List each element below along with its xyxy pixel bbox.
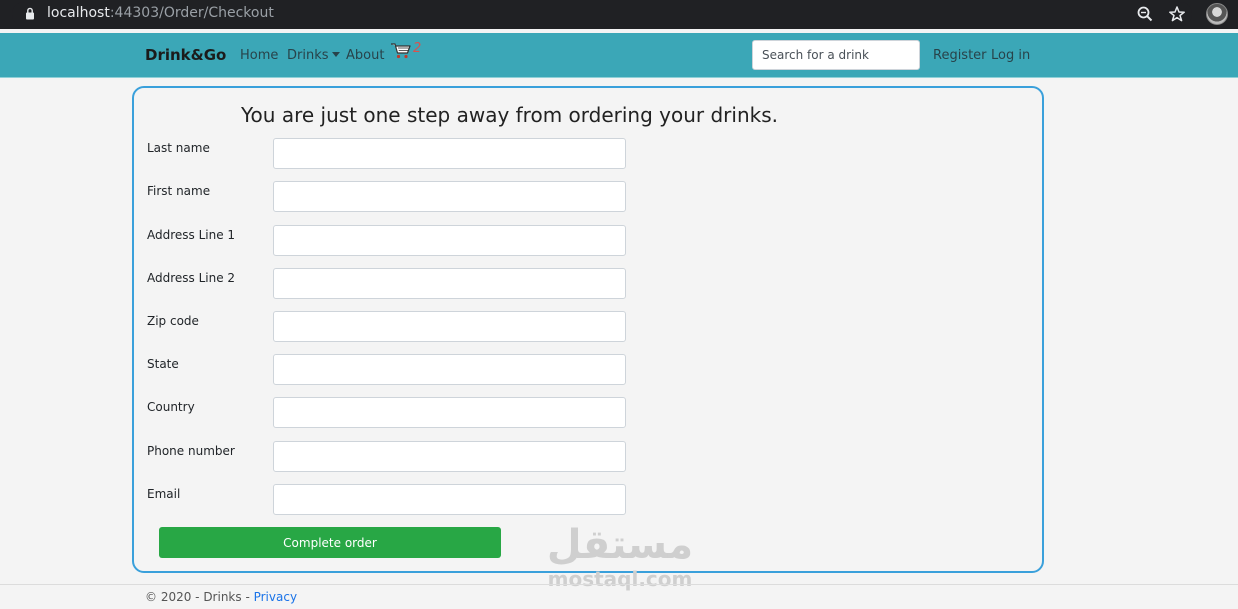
- watermark-arabic: مستقل: [546, 522, 694, 568]
- field-label: Last name: [147, 141, 210, 155]
- bookmark-star-icon[interactable]: [1168, 5, 1186, 23]
- checkout-card: You are just one step away from ordering…: [132, 86, 1044, 573]
- page-footer: © 2020 - Drinks - Privacy: [0, 584, 1238, 609]
- last-name-input[interactable]: [273, 138, 626, 169]
- nav-home[interactable]: Home: [240, 48, 278, 63]
- phone-number-input[interactable]: [273, 441, 626, 472]
- email-input[interactable]: [273, 484, 626, 515]
- complete-order-button[interactable]: Complete order: [159, 527, 501, 558]
- url-path: :44303/Order/Checkout: [109, 5, 274, 21]
- footer-text: © 2020 - Drinks - Privacy: [145, 590, 297, 604]
- field-label: Phone number: [147, 444, 235, 458]
- nav-about[interactable]: About: [346, 48, 384, 63]
- cart-count-badge: 2: [413, 41, 422, 56]
- search-input[interactable]: [752, 40, 920, 70]
- field-label: First name: [147, 184, 211, 198]
- field-email: Email: [147, 484, 627, 516]
- field-label: State: [147, 357, 179, 371]
- field-label: Country: [147, 400, 195, 414]
- copyright-text: © 2020 - Drinks -: [145, 590, 254, 604]
- zip-code-input[interactable]: [273, 311, 626, 342]
- field-phone-number: Phone number: [147, 441, 627, 473]
- address-line-1-input[interactable]: [273, 225, 626, 256]
- shopping-cart-icon[interactable]: [390, 42, 412, 60]
- field-last-name: Last name: [147, 138, 627, 170]
- field-label: Email: [147, 487, 181, 501]
- profile-avatar[interactable]: [1206, 3, 1228, 25]
- field-country: Country: [147, 397, 627, 429]
- country-input[interactable]: [273, 397, 626, 428]
- nav-register[interactable]: Register: [933, 48, 987, 63]
- privacy-link[interactable]: Privacy: [254, 590, 297, 604]
- field-address-line-2: Address Line 2: [147, 268, 627, 300]
- zoom-icon[interactable]: [1136, 5, 1154, 23]
- field-state: State: [147, 354, 627, 386]
- url-host: localhost: [47, 5, 110, 21]
- field-label: Address Line 1: [147, 228, 236, 242]
- page-title: You are just one step away from ordering…: [241, 103, 778, 127]
- field-address-line-1: Address Line 1: [147, 225, 627, 257]
- field-label: Zip code: [147, 314, 199, 328]
- browser-toolbar: localhost:44303/Order/Checkout: [0, 0, 1238, 29]
- address-line-2-input[interactable]: [273, 268, 626, 299]
- lock-icon: [26, 7, 34, 20]
- state-input[interactable]: [273, 354, 626, 385]
- nav-login[interactable]: Log in: [991, 48, 1030, 63]
- first-name-input[interactable]: [273, 181, 626, 212]
- nav-drinks-dropdown[interactable]: Drinks: [287, 48, 340, 63]
- caret-down-icon: [331, 52, 340, 57]
- nav-drinks-label: Drinks: [287, 48, 329, 63]
- url-text: localhost:44303/Order/Checkout: [47, 5, 274, 21]
- brand-logo[interactable]: Drink&Go: [145, 46, 226, 64]
- field-first-name: First name: [147, 181, 627, 213]
- site-navbar: Drink&Go Home Drinks About 2 Register Lo…: [0, 33, 1238, 78]
- field-label: Address Line 2: [147, 271, 236, 285]
- field-zip-code: Zip code: [147, 311, 627, 343]
